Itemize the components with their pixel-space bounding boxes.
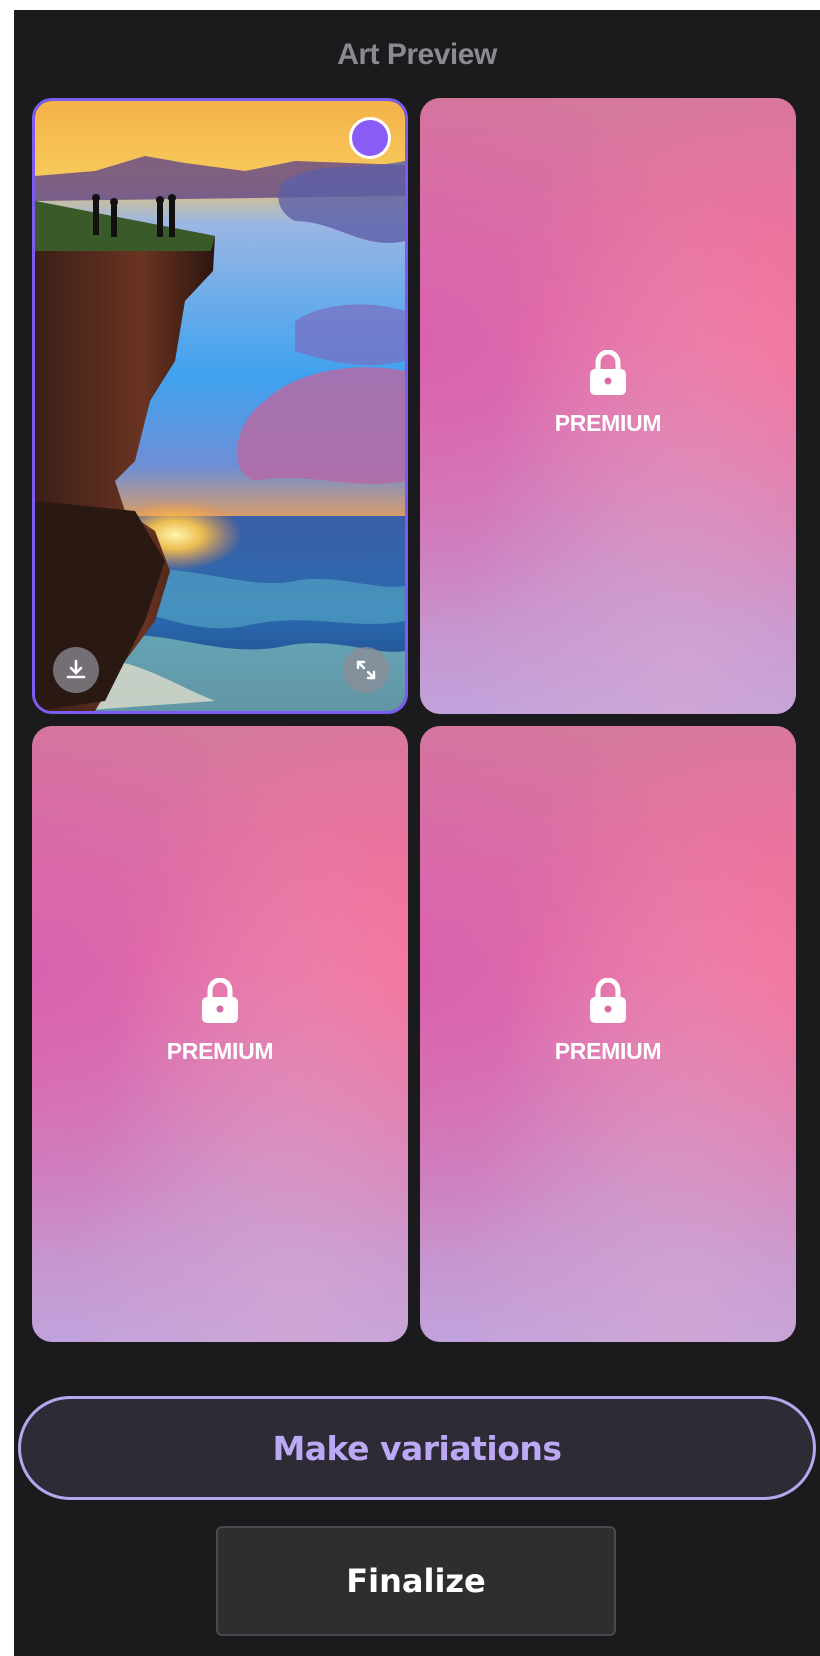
art-card-premium-locked[interactable]: PREMIUM — [420, 726, 796, 1342]
premium-label: PREMIUM — [166, 1038, 274, 1064]
generated-artwork-image — [35, 101, 405, 711]
art-card-premium-locked[interactable]: PREMIUM — [420, 98, 796, 714]
art-card-premium-locked[interactable]: PREMIUM — [32, 726, 408, 1342]
lock-icon — [590, 978, 626, 1023]
download-icon — [66, 659, 86, 679]
art-card-generated[interactable] — [32, 98, 408, 714]
make-variations-button[interactable]: Make variations — [18, 1396, 816, 1500]
finalize-button[interactable]: Finalize — [216, 1526, 616, 1636]
lock-icon — [590, 350, 626, 395]
premium-badge: PREMIUM — [420, 350, 796, 437]
download-button[interactable] — [53, 647, 99, 693]
premium-badge: PREMIUM — [32, 978, 408, 1065]
premium-badge: PREMIUM — [420, 978, 796, 1065]
premium-label: PREMIUM — [554, 410, 662, 436]
selected-indicator-icon[interactable] — [349, 117, 391, 159]
premium-label: PREMIUM — [554, 1038, 662, 1064]
page-title: Art Preview — [337, 38, 497, 71]
art-preview-panel: Art Preview PREMIUM PREMIUM PREMIUM Make… — [14, 10, 820, 1656]
expand-icon — [356, 660, 376, 680]
expand-button[interactable] — [343, 647, 389, 693]
lock-icon — [202, 978, 238, 1023]
